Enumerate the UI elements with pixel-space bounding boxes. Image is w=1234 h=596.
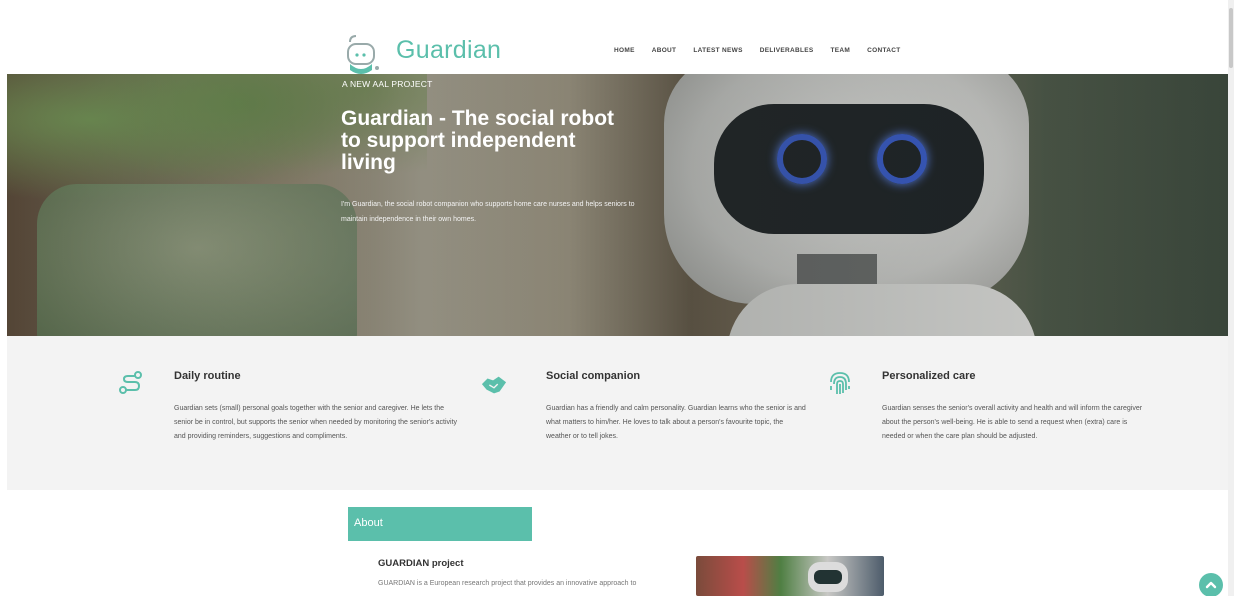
nav-item-about[interactable]: ABOUT: [652, 47, 677, 54]
scrollbar-thumb[interactable]: [1229, 8, 1233, 68]
feature-text-personalized-care: Guardian senses the senior's overall act…: [882, 405, 1143, 440]
nav-item-home[interactable]: HOME: [614, 47, 635, 54]
hero-description: I'm Guardian, the social robot companion…: [341, 201, 635, 223]
about-tab[interactable]: About: [348, 507, 532, 541]
logo-text: Guardian: [396, 36, 502, 64]
hero-title: Guardian - The social robot to support i…: [341, 107, 615, 174]
feature-title-personalized-care: Personalized care: [882, 370, 976, 382]
nav-item-latest-news[interactable]: LATEST NEWS: [693, 47, 742, 54]
fingerprint-icon: [830, 372, 850, 394]
nav-item-deliverables[interactable]: DELIVERABLES: [760, 47, 814, 54]
about-photo-robot-face: [814, 570, 842, 584]
nav-item-contact[interactable]: CONTACT: [867, 47, 900, 54]
hero-kicker: A NEW AAL PROJECT: [342, 79, 433, 89]
features-band: Daily routine Guardian sets (small) pers…: [7, 336, 1228, 490]
nav-item-team[interactable]: TEAM: [831, 47, 851, 54]
about-subtitle: GUARDIAN project: [378, 558, 464, 569]
logo[interactable]: Guardian: [346, 30, 506, 80]
main-nav: HOME ABOUT LATEST NEWS DELIVERABLES TEAM…: [614, 47, 918, 54]
feature-title-social-companion: Social companion: [546, 370, 641, 382]
handshake-icon: [481, 376, 507, 394]
scrollbar-track[interactable]: [1228, 0, 1234, 596]
route-icon: [119, 371, 142, 394]
feature-title-daily-routine: Daily routine: [174, 370, 241, 382]
feature-text-social-companion: Guardian has a friendly and calm persona…: [546, 405, 806, 440]
scroll-to-top-button[interactable]: [1199, 573, 1223, 596]
site-header: Guardian HOME ABOUT LATEST NEWS DELIVERA…: [0, 0, 1234, 74]
chevron-up-icon: [1205, 581, 1217, 589]
about-text: GUARDIAN is a European research project …: [378, 580, 637, 587]
about-photo: [696, 556, 884, 596]
robot-logo-icon: [347, 35, 379, 74]
page: Guardian HOME ABOUT LATEST NEWS DELIVERA…: [0, 0, 1234, 596]
about-tab-label: About: [354, 517, 383, 529]
feature-text-daily-routine: Guardian sets (small) personal goals tog…: [174, 405, 458, 440]
